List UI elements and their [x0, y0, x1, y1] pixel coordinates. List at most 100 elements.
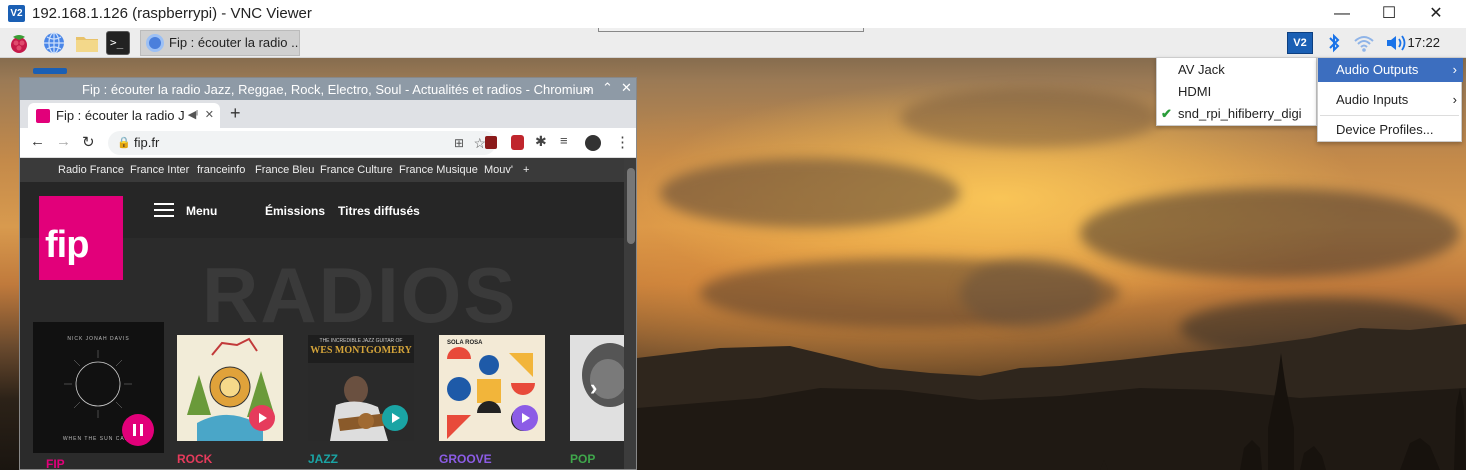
chromium-titlebar[interactable]: Fip : écouter la radio Jazz, Reggae, Roc… [20, 78, 636, 100]
rf-link-more[interactable]: + [523, 164, 529, 176]
profile-avatar-icon[interactable] [585, 135, 601, 151]
fip-logo[interactable]: fip [39, 196, 123, 280]
chromium-close-button[interactable]: ✕ [621, 80, 632, 96]
chevron-right-icon: › [1452, 62, 1457, 77]
fip-favicon-icon [36, 109, 50, 123]
station-label-fip[interactable]: FIP [46, 457, 65, 470]
reload-button[interactable]: ↻ [82, 133, 95, 151]
taskbar-chromium-task[interactable]: Fip : écouter la radio ... [140, 30, 300, 56]
tab-strip: Fip : écouter la radio J ◀ᴵ ✕ + [20, 100, 636, 128]
station-card-jazz[interactable]: THE INCREDIBLE JAZZ GUITAR OF WES MONTGO… [308, 335, 414, 441]
menu-kebab-icon[interactable]: ⋮ [615, 133, 630, 151]
back-button[interactable]: ← [30, 133, 45, 150]
terminal-icon[interactable]: >_ [106, 31, 130, 55]
rf-link[interactable]: France Musique [399, 164, 478, 176]
volume-icon[interactable] [1384, 32, 1410, 54]
play-button[interactable] [382, 405, 408, 431]
station-label-jazz[interactable]: JAZZ [308, 452, 338, 466]
rf-link[interactable]: Mouv' [484, 164, 513, 176]
folder-icon[interactable] [74, 31, 98, 55]
taskbar-task-label: Fip : écouter la radio ... [169, 35, 300, 50]
play-button[interactable] [512, 405, 538, 431]
tab-title: Fip : écouter la radio J [56, 108, 185, 123]
station-name: GROOVE [439, 452, 492, 466]
play-button[interactable] [249, 405, 275, 431]
menu-item-label: AV Jack [1178, 62, 1225, 77]
chevron-right-icon: › [1452, 92, 1457, 107]
station-card-groove[interactable]: SOLA ROSA [439, 335, 545, 441]
clock[interactable]: 17:22 [1407, 35, 1440, 50]
new-tab-button[interactable]: + [230, 103, 241, 124]
menu-item-label: snd_rpi_hifiberry_digi [1178, 106, 1302, 121]
forward-button[interactable]: → [56, 133, 71, 150]
tab-fip[interactable]: Fip : écouter la radio J ◀ᴵ ✕ [28, 103, 220, 128]
station-label-groove[interactable]: GROOVE [439, 452, 492, 466]
output-av-jack[interactable]: AV Jack [1157, 59, 1318, 81]
rf-link[interactable]: France Inter [130, 164, 189, 176]
hamburger-menu-icon[interactable] [154, 203, 174, 217]
chromium-window: Fip : écouter la radio Jazz, Reggae, Roc… [19, 77, 637, 470]
station-label-pop[interactable]: POP [570, 452, 595, 466]
nav-emissions[interactable]: Émissions [265, 204, 325, 218]
output-hdmi[interactable]: HDMI [1157, 81, 1318, 103]
radios-heading: RADIOS [202, 251, 518, 339]
rf-link[interactable]: France Culture [320, 164, 393, 176]
chromium-minimize-button[interactable]: ⌄ [582, 80, 593, 96]
maximize-button[interactable]: ☐ [1366, 0, 1412, 28]
menu-divider [1320, 115, 1459, 116]
tab-audio-icon: ◀ᴵ [187, 109, 198, 121]
vnc-logo-icon: V2 [8, 5, 25, 22]
wifi-icon[interactable] [1353, 32, 1375, 54]
menu-item-label: Audio Inputs [1336, 92, 1409, 107]
scrollbar-thumb[interactable] [627, 168, 635, 244]
pause-button[interactable] [122, 414, 154, 446]
output-hifiberry[interactable]: ✔ snd_rpi_hifiberry_digi [1157, 103, 1318, 125]
station-name: FIP [46, 457, 65, 470]
page-scrollbar[interactable] [624, 158, 636, 469]
menu-device-profiles[interactable]: Device Profiles... [1318, 118, 1463, 142]
chromium-maximize-button[interactable]: ⌃ [602, 80, 613, 96]
desktop-icon-edge [33, 68, 67, 74]
menu-button[interactable]: Menu [186, 204, 217, 218]
checkmark-icon: ✔ [1161, 106, 1172, 121]
menu-item-label: Device Profiles... [1336, 122, 1434, 137]
rf-link[interactable]: France Bleu [255, 164, 314, 176]
globe-browser-icon[interactable] [42, 31, 66, 55]
audio-menu: Audio Outputs › Audio Inputs › Device Pr… [1317, 57, 1463, 142]
station-name: JAZZ [308, 452, 338, 466]
minimize-button[interactable]: — [1319, 0, 1365, 28]
station-card-pop[interactable]: › [570, 335, 624, 441]
vnc-titlebar: V2 192.168.1.126 (raspberrypi) - VNC Vie… [0, 0, 1466, 28]
fip-page: Radio France France Inter franceinfo Fra… [20, 158, 624, 470]
browser-toolbar: ← → ↻ 🔒 fip.fr ⊞ ☆ ✱ ≡ ⋮ [20, 128, 636, 158]
media-control-icon[interactable]: ≡ [560, 133, 568, 148]
menu-audio-inputs[interactable]: Audio Inputs › [1318, 88, 1463, 112]
lock-icon: 🔒 [117, 137, 131, 149]
close-button[interactable]: ✕ [1413, 0, 1459, 28]
station-card-rock[interactable] [177, 335, 283, 441]
radio-france-bar: Radio France France Inter franceinfo Fra… [20, 158, 624, 182]
extensions-puzzle-icon[interactable]: ✱ [535, 133, 547, 150]
address-url: fip.fr [134, 135, 160, 150]
chromium-window-title: Fip : écouter la radio Jazz, Reggae, Roc… [82, 82, 594, 97]
station-card-fip[interactable]: NICK JONAH DAVIS WHEN THE SUN CAME [33, 322, 164, 453]
vnc-tray-icon[interactable]: V2 [1287, 32, 1313, 54]
translate-icon[interactable]: ⊞ [454, 131, 464, 155]
extension-icon[interactable] [485, 136, 497, 149]
station-label-rock[interactable]: ROCK [177, 452, 212, 466]
address-bar[interactable]: 🔒 fip.fr ⊞ ☆ [108, 131, 496, 155]
raspberry-menu-icon[interactable] [7, 31, 31, 55]
menu-audio-outputs[interactable]: Audio Outputs › [1318, 58, 1463, 82]
vnc-toolbar-handle[interactable] [598, 28, 864, 32]
nav-titres-diffuses[interactable]: Titres diffusés [338, 204, 420, 218]
rf-link[interactable]: Radio France [58, 164, 124, 176]
menu-item-label: HDMI [1178, 84, 1212, 99]
tab-close-icon[interactable]: ✕ [205, 103, 214, 128]
station-name: POP [570, 452, 596, 466]
bluetooth-icon[interactable] [1325, 32, 1343, 54]
taskbar: >_ Fip : écouter la radio ... V2 17:22 [0, 28, 1466, 58]
rf-link[interactable]: franceinfo [197, 164, 245, 176]
carousel-next-icon[interactable]: › [590, 375, 597, 401]
ublock-icon[interactable] [511, 135, 524, 150]
vnc-window-title: 192.168.1.126 (raspberrypi) - VNC Viewer [32, 5, 312, 22]
